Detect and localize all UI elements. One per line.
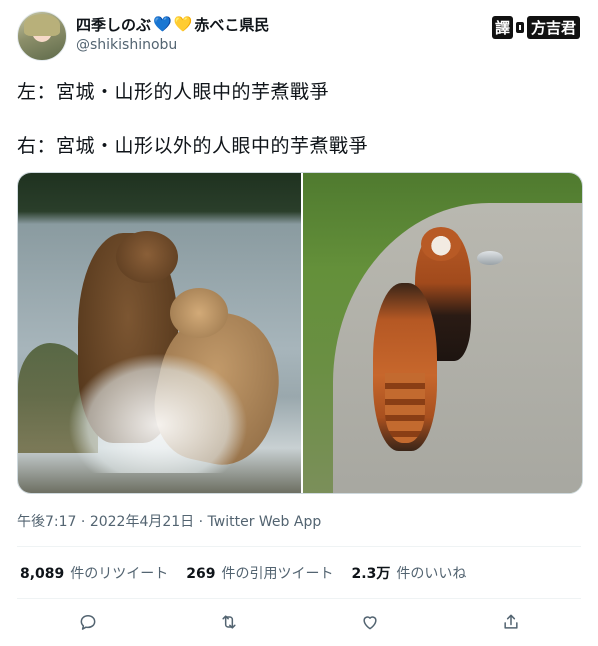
yellow-heart-icon: 💛 — [173, 15, 193, 33]
avatar[interactable] — [17, 11, 67, 61]
badge-dot-icon — [515, 22, 524, 33]
translator-badge-part2: 方吉君 — [526, 16, 580, 39]
blue-heart-icon: 💙 — [153, 15, 172, 33]
tweet-stats: 8,089 件のリツイート 269 件の引用ツイート 2.3万 件のいいね — [20, 563, 466, 583]
quote-count[interactable]: 269 件の引用ツイート — [186, 563, 333, 583]
red-pandas-photo[interactable] — [303, 173, 582, 493]
share-icon — [503, 614, 518, 629]
share-button[interactable] — [494, 605, 528, 639]
divider — [17, 546, 581, 547]
quote-count-number: 269 — [186, 566, 216, 582]
tweet-meta: 午後7:17 · 2022年4月21日 · Twitter Web App — [17, 511, 321, 531]
tweet-client[interactable]: Twitter Web App — [208, 514, 322, 530]
display-name-text: 四季しのぶ — [76, 16, 152, 34]
reply-button[interactable] — [71, 605, 105, 639]
tweet-text-line-2: 右：宮城・山形以外的人眼中的芋煮戰爭 — [17, 135, 369, 157]
like-count-number: 2.3万 — [351, 566, 391, 582]
translator-badge-part1: 譯 — [491, 16, 513, 39]
tweet-text-line-1: 左：宮城・山形的人眼中的芋煮戰爭 — [17, 81, 330, 103]
tweet-time[interactable]: 午後7:17 — [17, 514, 76, 530]
translator-badge: 譯 方吉君 — [491, 16, 580, 39]
like-count-label: 件のいいね — [396, 566, 467, 582]
red-panda-face-shape — [421, 227, 461, 261]
display-name[interactable]: 四季しのぶ 💙 💛 赤べこ県民 — [76, 14, 269, 35]
tweet-actions — [17, 605, 581, 639]
reply-icon — [80, 615, 95, 630]
retweet-icon — [221, 615, 236, 629]
bears-fighting-photo[interactable] — [18, 173, 301, 493]
display-name-suffix: 赤べこ県民 — [194, 16, 270, 34]
like-icon — [362, 616, 377, 630]
meta-separator: · — [80, 514, 86, 530]
retweet-count[interactable]: 8,089 件のリツイート — [20, 563, 168, 583]
meta-separator-2: · — [198, 514, 204, 530]
bowl-shape — [477, 251, 503, 265]
brown-bear-head-shape — [116, 231, 178, 283]
quote-count-label: 件の引用ツイート — [221, 566, 334, 582]
retweet-count-number: 8,089 — [20, 566, 65, 582]
tweet-date[interactable]: 2022年4月21日 — [90, 514, 194, 530]
user-handle[interactable]: @shikishinobu — [76, 37, 177, 53]
like-count[interactable]: 2.3万 件のいいね — [352, 563, 467, 583]
water-splash-shape — [68, 353, 248, 473]
divider-2 — [17, 598, 581, 599]
retweet-count-label: 件のリツイート — [70, 566, 169, 582]
red-panda-tail-shape — [385, 373, 425, 443]
tweet-media — [17, 172, 583, 494]
retweet-button[interactable] — [212, 605, 246, 639]
like-button[interactable] — [353, 605, 387, 639]
light-bear-head-shape — [170, 288, 228, 338]
